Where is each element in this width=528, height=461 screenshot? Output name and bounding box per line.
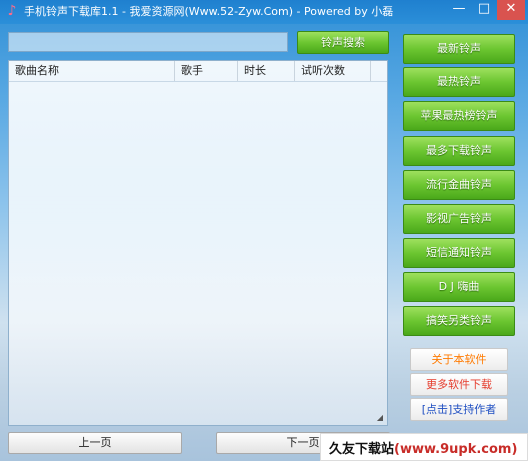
prev-page-button[interactable]: 上一页 <box>8 432 182 454</box>
category-most-downloaded-button[interactable]: 最多下载铃声 <box>403 136 515 166</box>
column-header-duration[interactable]: 时长 <box>238 61 295 81</box>
column-header-song-name[interactable]: 歌曲名称 <box>9 61 175 81</box>
watermark: 久友下载站(www.9upk.com) <box>320 433 528 461</box>
category-funny-button[interactable]: 搞笑另类铃声 <box>403 306 515 336</box>
minimize-button[interactable]: — <box>446 0 472 20</box>
support-author-button[interactable]: [点击]支持作者 <box>410 398 508 421</box>
list-header: 歌曲名称 歌手 时长 试听次数 <box>9 61 387 82</box>
maximize-button[interactable]: □ <box>471 0 497 20</box>
music-note-icon: ♪ <box>7 3 17 19</box>
resize-grip-icon[interactable]: ◢ <box>375 413 385 423</box>
search-input[interactable] <box>8 32 288 52</box>
column-header-play-count[interactable]: 试听次数 <box>295 61 371 81</box>
ringtone-search-button[interactable]: 铃声搜索 <box>297 31 389 54</box>
column-header-singer[interactable]: 歌手 <box>175 61 238 81</box>
watermark-site: 久友下载站 <box>329 442 395 457</box>
category-apple-chart-button[interactable]: 苹果最热榜铃声 <box>403 101 515 131</box>
close-button[interactable]: ✕ <box>497 0 525 20</box>
category-pop-hits-button[interactable]: 流行金曲铃声 <box>403 170 515 200</box>
category-hottest-button[interactable]: 最热铃声 <box>403 67 515 97</box>
category-dj-button[interactable]: D J 嗨曲 <box>403 272 515 302</box>
category-film-ad-button[interactable]: 影视广告铃声 <box>403 204 515 234</box>
window-title: 手机铃声下载库1.1 - 我爱资源网(Www.52-Zyw.Com) - Pow… <box>24 5 394 18</box>
song-list[interactable]: 歌曲名称 歌手 时长 试听次数 ◢ <box>8 60 388 426</box>
category-newest-button[interactable]: 最新铃声 <box>403 34 515 64</box>
category-sms-notify-button[interactable]: 短信通知铃声 <box>403 238 515 268</box>
watermark-url: (www.9upk.com) <box>394 442 518 457</box>
more-software-button[interactable]: 更多软件下载 <box>410 373 508 396</box>
about-button[interactable]: 关于本软件 <box>410 348 508 371</box>
